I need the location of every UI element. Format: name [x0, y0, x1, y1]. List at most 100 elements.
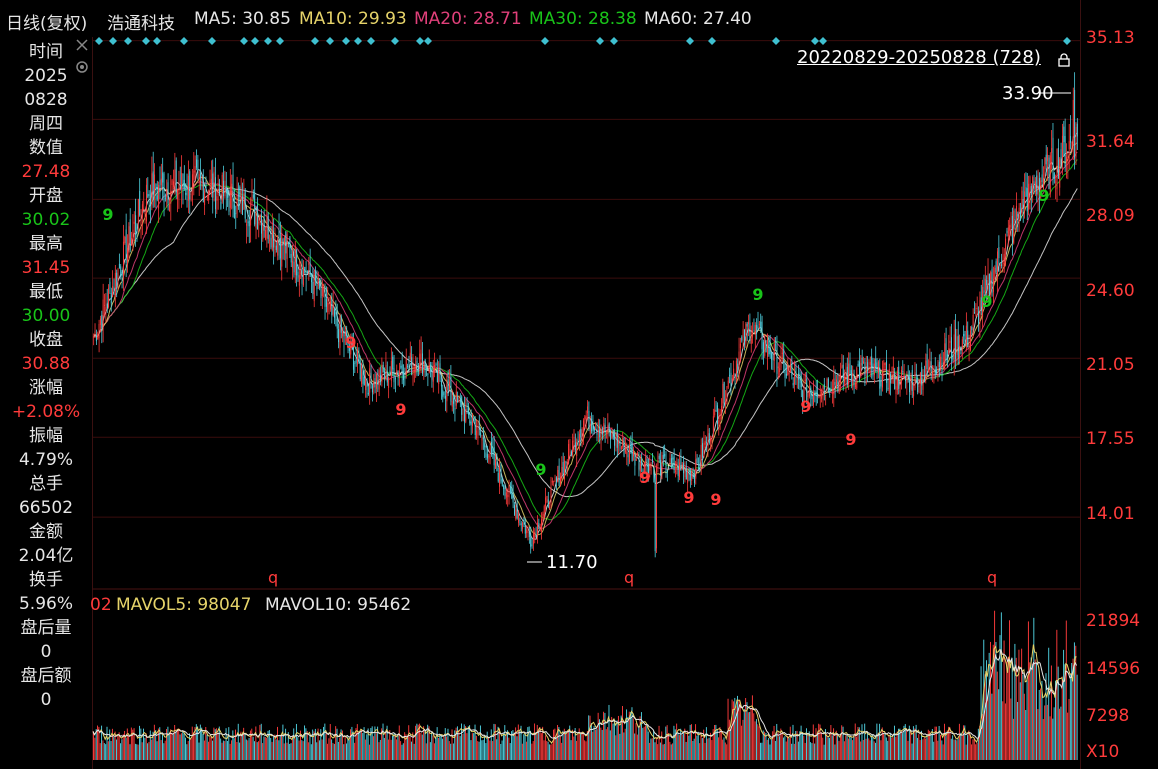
volume-bar: [1065, 620, 1067, 760]
volume-bar: [344, 735, 346, 760]
candle-body: [1002, 263, 1004, 267]
volume-bar: [896, 731, 898, 760]
volume-bar: [693, 738, 695, 760]
volume-bar: [180, 733, 182, 760]
candle-body: [894, 372, 896, 390]
volume-bar: [233, 738, 235, 760]
kline-chart[interactable]: 9999 99 999999: [0, 0, 1080, 769]
volume-bar: [751, 695, 753, 760]
candle-body: [856, 367, 858, 389]
candle-body: [933, 375, 935, 377]
candle-body: [710, 438, 712, 442]
volume-bar: [1017, 702, 1019, 760]
volume-bar: [605, 729, 607, 760]
volume-bar: [130, 727, 132, 760]
candle-body: [541, 519, 543, 532]
candle-body: [938, 361, 940, 368]
candle-body: [873, 363, 875, 375]
candle-body: [1014, 219, 1016, 221]
volume-bar: [994, 610, 996, 760]
signal-diamond: [596, 37, 604, 45]
candle-body: [486, 454, 488, 459]
volume-bar: [1029, 662, 1031, 760]
candle-body: [316, 285, 318, 290]
candle-body: [532, 534, 534, 545]
candle-body: [243, 192, 245, 210]
volume-bar: [241, 734, 243, 760]
volume-bar: [788, 737, 790, 760]
candle-body: [836, 379, 837, 386]
candle-body: [757, 326, 759, 329]
candle-body: [1003, 254, 1005, 265]
candle-body: [411, 357, 413, 375]
volume-bar: [228, 727, 230, 760]
lock-icon[interactable]: [1057, 53, 1071, 67]
candle-body: [242, 196, 243, 215]
candle-body: [108, 287, 110, 308]
candle-body: [578, 433, 580, 442]
td-nine-marker: 9: [710, 490, 721, 509]
candle-body: [420, 349, 422, 360]
candle-body: [860, 363, 862, 376]
candle-body: [1070, 135, 1072, 143]
volume-bar: [304, 725, 306, 760]
volume-bar: [945, 731, 947, 760]
candle-body: [898, 366, 900, 389]
candle-body: [354, 362, 356, 364]
candle-body: [798, 373, 800, 380]
volume-bar: [1014, 643, 1016, 760]
candle-body: [524, 525, 526, 534]
candle-body: [393, 368, 395, 383]
candle-body: [827, 378, 829, 392]
candle-body: [752, 334, 754, 338]
volume-bar: [954, 739, 956, 760]
candle-body: [871, 356, 873, 368]
volume-bar: [623, 732, 625, 760]
volume-bar: [393, 733, 395, 760]
candle-body: [458, 398, 460, 402]
volume-bar: [278, 740, 280, 760]
candle-body: [779, 368, 781, 372]
candle-body: [388, 377, 390, 388]
candle-body: [635, 458, 637, 461]
candle-body: [355, 359, 357, 363]
candle-body: [564, 460, 566, 480]
volume-bar: [473, 733, 475, 760]
volume-bar: [722, 739, 724, 760]
candle-body: [641, 459, 643, 467]
volume-bar: [1010, 698, 1012, 760]
volume-bar: [270, 738, 272, 760]
candle-body: [819, 395, 821, 397]
volume-bar: [649, 742, 651, 760]
volume-bar: [451, 729, 453, 760]
volume-bar: [256, 742, 258, 760]
candle-body: [821, 392, 823, 399]
volume-bar: [302, 741, 304, 760]
candle-body: [167, 182, 169, 204]
candle-body: [853, 378, 855, 385]
volume-bar: [731, 699, 733, 760]
volume-bar: [354, 742, 356, 760]
candle-body: [1022, 198, 1024, 209]
candle-body: [767, 339, 768, 357]
candle-body: [375, 373, 377, 389]
volume-bar: [562, 730, 564, 760]
candle-body: [984, 278, 986, 292]
volume-bar: [677, 733, 679, 760]
volume-bar: [312, 729, 314, 760]
volume-bar: [616, 720, 618, 760]
volume-bar: [258, 741, 260, 760]
candle-body: [1006, 230, 1008, 233]
candle-body: [97, 333, 99, 340]
date-range-label[interactable]: 20220829-20250828 (728): [797, 47, 1041, 68]
volume-bar: [1038, 689, 1040, 760]
volume-bar: [804, 742, 806, 760]
candle-body: [631, 443, 633, 462]
volume-bar: [807, 735, 809, 760]
volume-bar: [776, 723, 778, 760]
volume-bar: [283, 743, 285, 760]
candle-body: [336, 318, 338, 329]
volume-bar: [185, 737, 186, 760]
volume-bar: [553, 729, 554, 760]
candle-body: [693, 476, 695, 483]
